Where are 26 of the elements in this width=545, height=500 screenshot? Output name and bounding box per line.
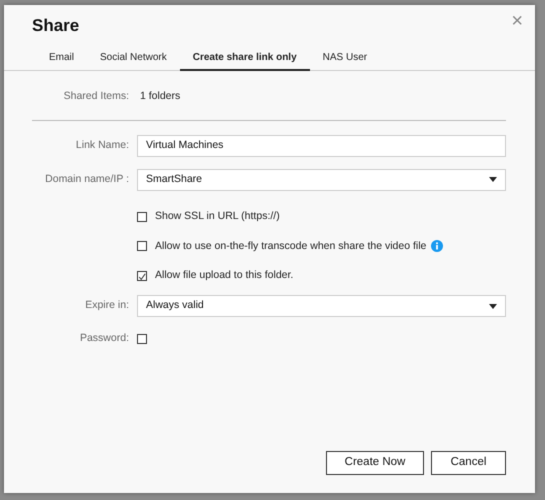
dropdown[interactable]: Always valid (137, 295, 506, 317)
dropdown-caret-icon (489, 177, 497, 182)
dropdown-caret-icon (489, 304, 497, 308)
checkbox-label: Allow to use on-the-fly transcode when share the video file (155, 238, 426, 254)
field-label: Shared Items: (62, 89, 130, 104)
tab[interactable]: Create share link only (180, 46, 310, 71)
tab[interactable]: Email (36, 46, 88, 71)
checkbox[interactable] (137, 334, 147, 344)
create-button[interactable]: Create Now (326, 451, 424, 475)
checkbox[interactable] (137, 271, 147, 282)
field-label: Expire in: (84, 298, 130, 314)
tab[interactable]: Social Network (87, 46, 180, 71)
field-label: Link Name: (74, 138, 130, 153)
checkbox[interactable] (137, 241, 147, 252)
tab[interactable]: NAS User (310, 46, 380, 71)
shared-items-value: 1 folders (139, 89, 180, 104)
checkbox[interactable] (137, 212, 147, 222)
dialog-title: Share (32, 15, 80, 37)
info-icon[interactable] (431, 240, 444, 252)
dropdown[interactable]: SmartShare (137, 168, 506, 191)
checkbox-label: Allow file upload to this folder. (155, 268, 294, 284)
link-name-field[interactable]: Virtual Machines (137, 134, 506, 157)
field-label: Domain name/IP : (44, 172, 130, 187)
cancel-button[interactable]: Cancel (431, 451, 506, 475)
field-label: Password: (78, 331, 130, 346)
checkbox-label: Show SSL in URL (https://) (155, 208, 280, 224)
